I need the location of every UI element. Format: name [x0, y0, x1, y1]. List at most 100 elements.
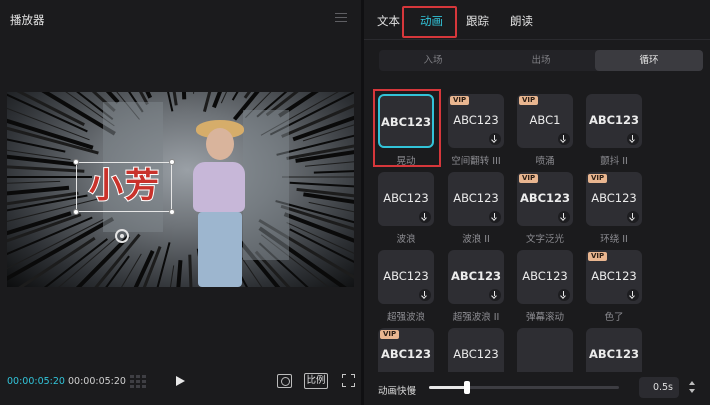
download-icon[interactable] [627, 211, 639, 223]
player-header: 播放器 [0, 0, 361, 38]
effect-preview-text: ABC123 [519, 191, 571, 205]
effect-thumbnail[interactable]: ABC123 VIP [586, 250, 642, 304]
play-icon[interactable] [176, 376, 185, 386]
vip-badge: VIP [380, 330, 400, 339]
ratio-button[interactable]: 比例 [304, 373, 328, 389]
effect-thumbnail[interactable]: ABC123 [448, 328, 504, 372]
speed-footer: 动画快慢 0.5s [364, 372, 710, 405]
effect-thumbnail[interactable]: ABC123 [448, 250, 504, 304]
effect-card[interactable]: ABC123 超强波浪 [378, 250, 434, 323]
subtab-enter[interactable]: 入场 [379, 50, 487, 71]
effect-thumbnail[interactable]: ABC123 [378, 250, 434, 304]
tab-tracking[interactable]: 跟踪 [466, 13, 489, 29]
effect-thumbnail[interactable]: ABC123 VIP [586, 172, 642, 226]
effect-preview-text: ABC123 [383, 191, 429, 205]
download-icon[interactable] [558, 211, 570, 223]
speed-slider[interactable] [429, 381, 619, 394]
tab-highlight-box [402, 6, 457, 38]
speed-lines-effect [7, 92, 354, 287]
tab-read-aloud[interactable]: 朗读 [510, 13, 533, 29]
panel-tabs: 文本 动画 跟踪 朗读 [364, 0, 710, 40]
subtab-loop[interactable]: 循环 [595, 50, 703, 71]
effect-preview-text: ABC123 [588, 347, 640, 361]
effect-card[interactable]: ABC123 超强波浪 II [448, 250, 504, 323]
effect-preview-text: ABC123 [450, 269, 502, 283]
player-title: 播放器 [10, 13, 45, 27]
effect-card[interactable]: ABC123 VIP 文字泛光 [517, 172, 573, 245]
effect-preview-text: ABC123 [453, 191, 499, 205]
download-icon[interactable] [627, 289, 639, 301]
effect-thumbnail[interactable]: ABC123 [448, 172, 504, 226]
timeline-grid-icon[interactable] [130, 375, 148, 388]
effect-thumbnail[interactable]: ABC123 VIP [517, 172, 573, 226]
vip-badge: VIP [588, 174, 608, 183]
effect-label: 喷涌 [535, 156, 555, 167]
rotate-icon[interactable] [115, 229, 129, 243]
speed-slider-knob[interactable] [464, 381, 470, 394]
selected-effect-highlight [373, 89, 441, 167]
effect-thumbnail[interactable]: ABC123 [586, 94, 642, 148]
resize-handle[interactable] [169, 209, 175, 215]
effect-label: 波浪 II [462, 234, 490, 245]
effect-card[interactable] [517, 328, 573, 372]
subtab-exit[interactable]: 出场 [487, 50, 595, 71]
fullscreen-icon[interactable] [342, 374, 355, 387]
effect-card[interactable]: ABC123 颤抖 II [586, 94, 642, 167]
effect-preview-text: ABC123 [591, 269, 637, 283]
download-icon[interactable] [627, 133, 639, 145]
player-panel: 播放器 小芳 00:00:05:20 00:00:05:20 比例 [0, 0, 361, 405]
effect-preview-text: ABC123 [380, 347, 432, 361]
effect-label: 色了 [604, 312, 624, 323]
effect-card[interactable]: ABC123 [448, 328, 504, 372]
vip-badge: VIP [519, 174, 539, 183]
effect-card[interactable]: ABC123 波浪 II [448, 172, 504, 245]
effect-card[interactable]: ABC123 波浪 [378, 172, 434, 245]
effect-thumbnail[interactable]: ABC1 VIP [517, 94, 573, 148]
video-preview[interactable]: 小芳 [7, 92, 354, 287]
resize-handle[interactable] [73, 209, 79, 215]
effect-preview-text: ABC123 [453, 113, 499, 127]
animation-type-tabs: 入场 出场 循环 [379, 50, 703, 71]
download-icon[interactable] [558, 133, 570, 145]
effect-card[interactable]: ABC123 VIP [378, 328, 434, 372]
tab-text[interactable]: 文本 [377, 13, 400, 29]
effect-label: 文字泛光 [525, 234, 564, 245]
effect-preview-text: ABC123 [588, 113, 640, 127]
effect-thumbnail[interactable]: ABC123 VIP [378, 328, 434, 372]
download-icon[interactable] [489, 133, 501, 145]
effect-preview-text: ABC1 [529, 113, 561, 127]
effect-card[interactable]: ABC123 VIP 环绕 II [586, 172, 642, 245]
effect-card[interactable]: ABC123 VIP 空间翻转 III [448, 94, 504, 167]
effect-preview-text: ABC123 [522, 269, 568, 283]
effect-card[interactable]: ABC123 VIP 色了 [586, 250, 642, 323]
speed-slider-fill [429, 386, 467, 389]
effect-preview-text: ABC123 [383, 269, 429, 283]
effect-thumbnail[interactable]: ABC123 [517, 250, 573, 304]
total-time: 00:00:05:20 [68, 376, 126, 387]
speed-value-field[interactable]: 0.5s [639, 377, 679, 398]
effect-label: 颤抖 II [600, 156, 628, 167]
menu-icon[interactable] [335, 13, 347, 23]
download-icon[interactable] [419, 289, 431, 301]
download-icon[interactable] [489, 289, 501, 301]
effect-label: 波浪 [396, 234, 416, 245]
speed-stepper-icon[interactable] [688, 379, 696, 397]
download-icon[interactable] [489, 211, 501, 223]
effect-label: 弹幕滚动 [525, 312, 564, 323]
caption-text[interactable]: 小芳 [79, 164, 171, 208]
effect-thumbnail[interactable]: ABC123 [586, 328, 642, 372]
effect-preview-text: ABC123 [591, 191, 637, 205]
fit-view-icon[interactable] [277, 374, 292, 388]
vip-badge: VIP [450, 96, 470, 105]
effect-label: 空间翻转 III [451, 156, 501, 167]
effect-card[interactable]: ABC123 [586, 328, 642, 372]
effect-thumbnail[interactable] [517, 328, 573, 372]
effect-label: 超强波浪 [386, 312, 425, 323]
effect-thumbnail[interactable]: ABC123 VIP [448, 94, 504, 148]
effect-card[interactable]: ABC1 VIP 喷涌 [517, 94, 573, 167]
vip-badge: VIP [519, 96, 539, 105]
download-icon[interactable] [558, 289, 570, 301]
effect-thumbnail[interactable]: ABC123 [378, 172, 434, 226]
download-icon[interactable] [419, 211, 431, 223]
effect-card[interactable]: ABC123 弹幕滚动 [517, 250, 573, 323]
